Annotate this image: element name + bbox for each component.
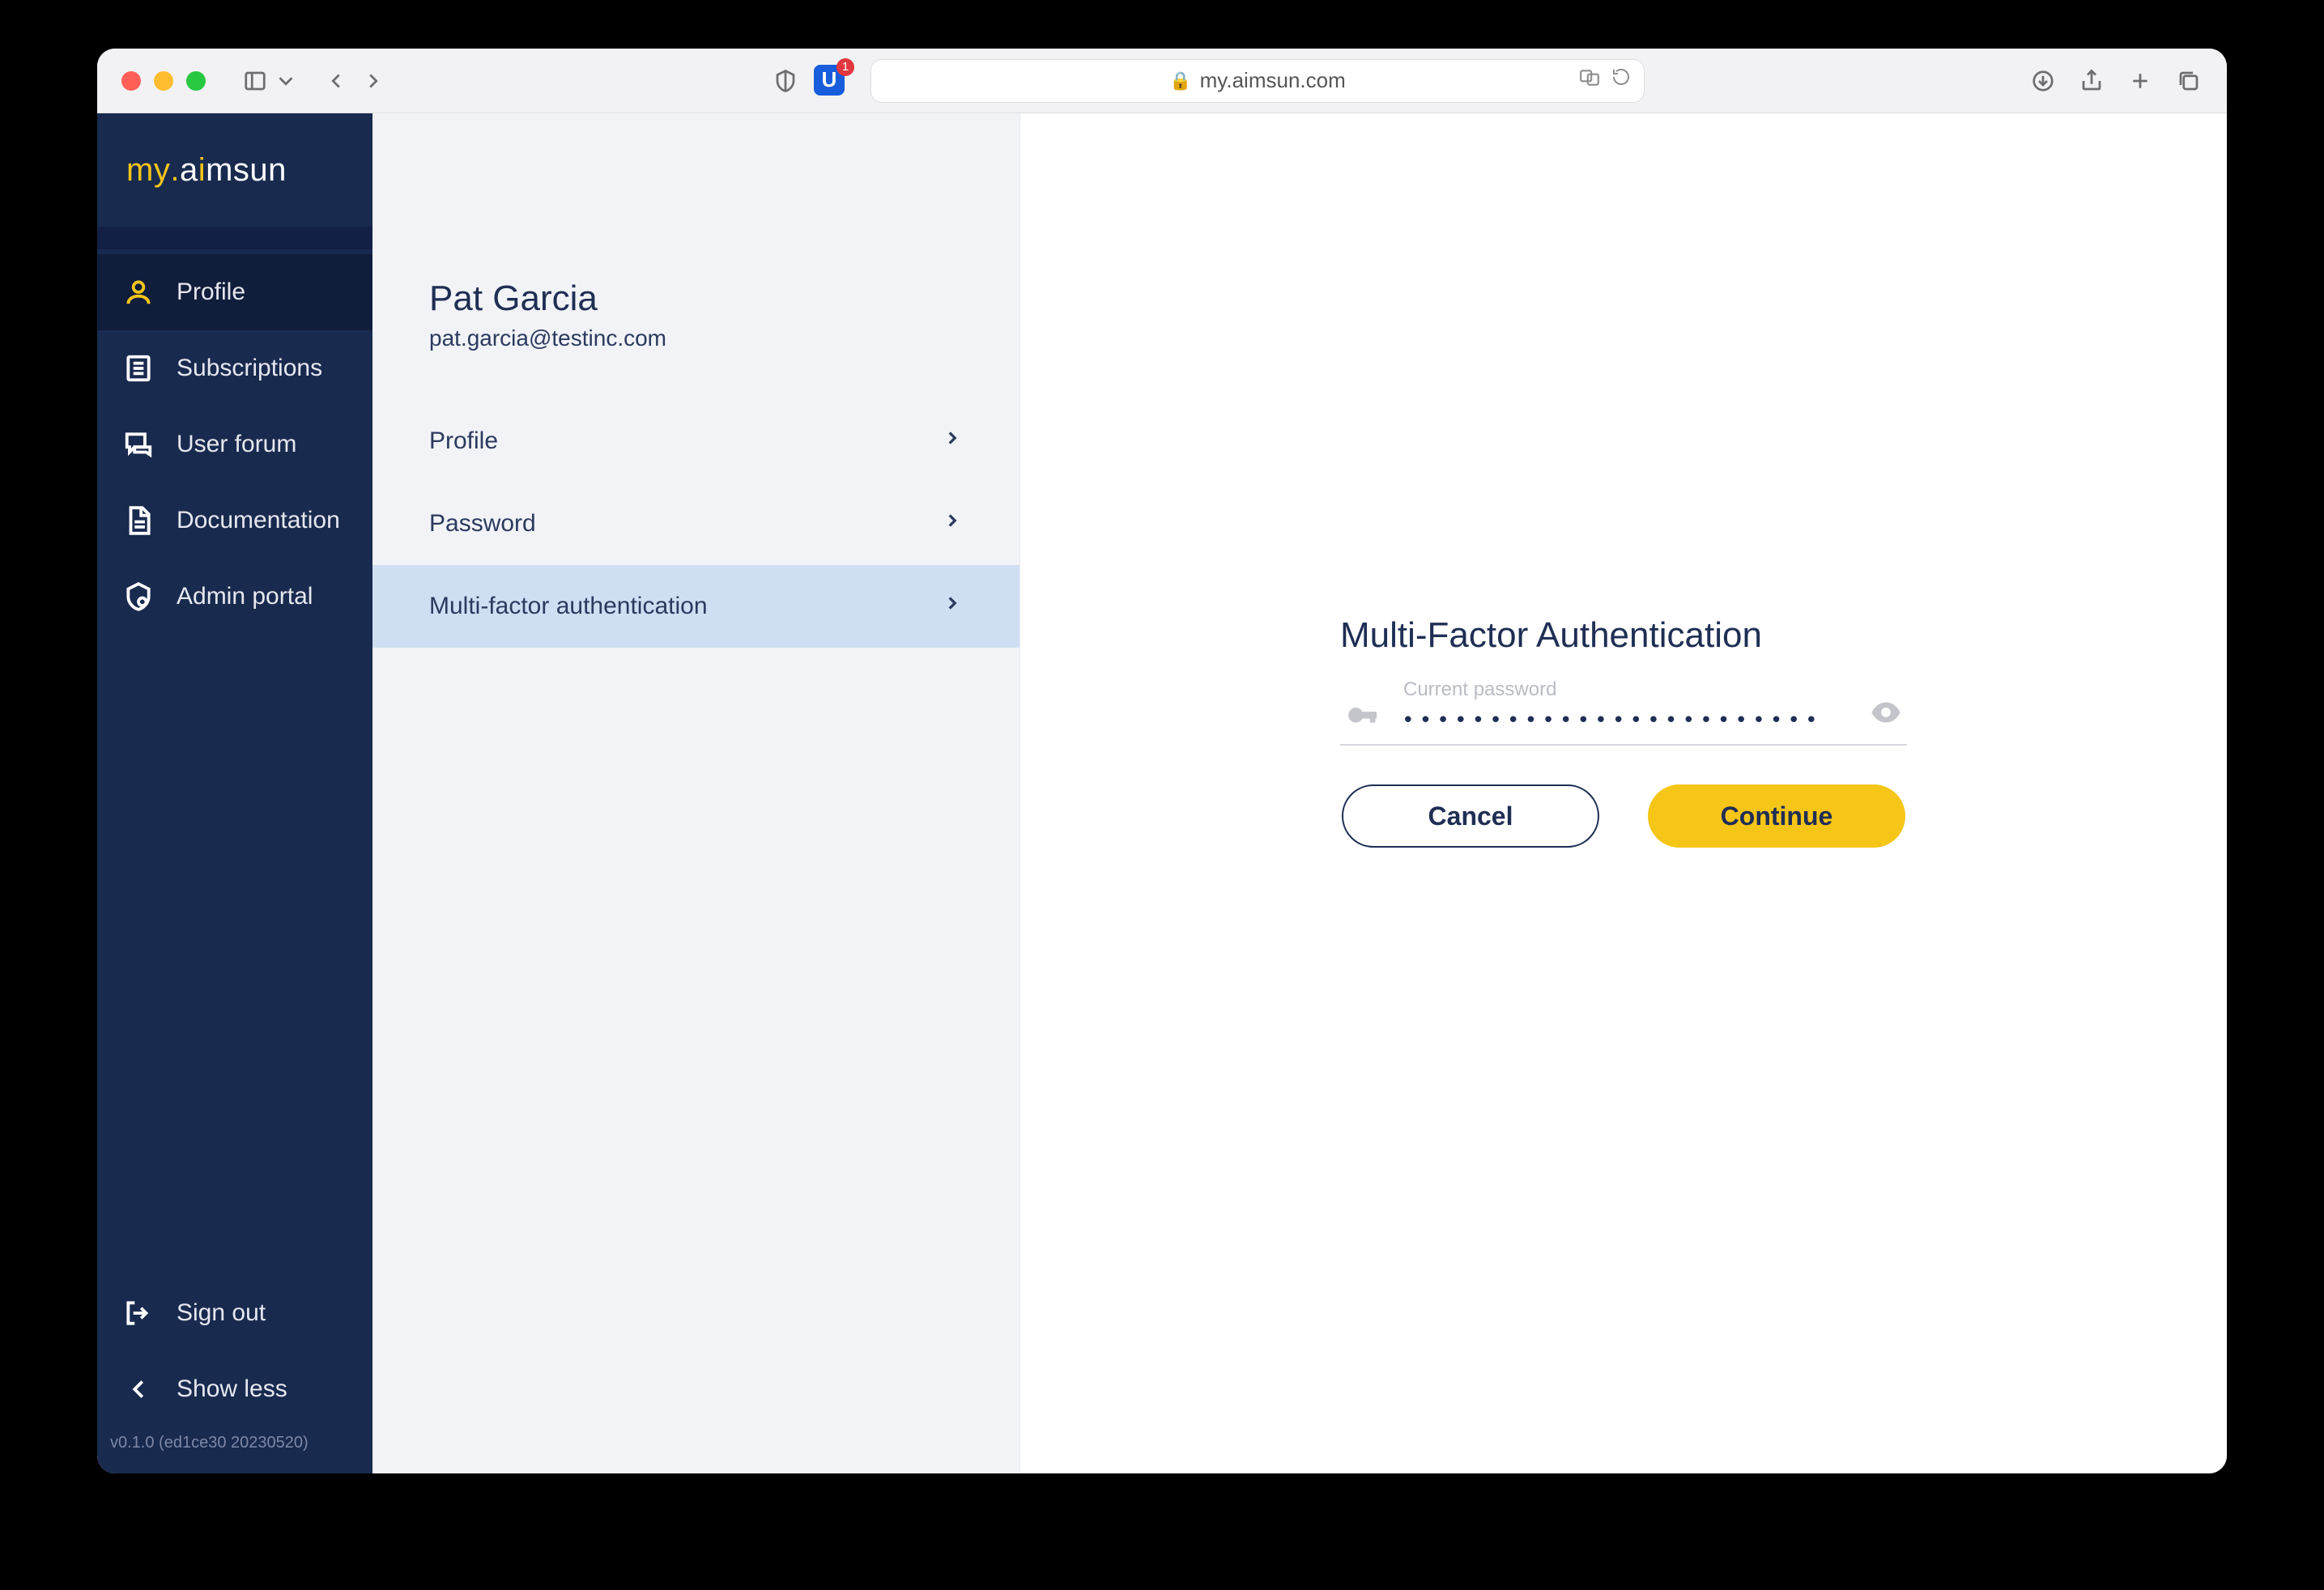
chevron-left-icon: [121, 1372, 155, 1406]
chevron-down-icon: [272, 67, 300, 95]
chevron-right-icon: [942, 427, 963, 455]
sidebar-item-label: User forum: [177, 431, 296, 458]
sign-out-icon: [121, 1296, 155, 1330]
mfa-panel: Multi-Factor Authentication Current pass…: [1340, 615, 1907, 848]
share-icon[interactable]: [2078, 67, 2105, 95]
address-bar[interactable]: 🔒 my.aimsun.com: [870, 59, 1645, 103]
current-password-input[interactable]: [1397, 708, 1850, 733]
sidebar-item-subscriptions[interactable]: Subscriptions: [97, 330, 372, 406]
sidebar: my.aimsun Profile Subscriptions: [97, 113, 372, 1473]
close-window-button[interactable]: [121, 71, 141, 91]
chevron-right-icon: [942, 593, 963, 620]
settings-column: Pat Garcia pat.garcia@testinc.com Profil…: [372, 113, 1020, 1473]
back-button[interactable]: [322, 67, 350, 95]
forum-icon: [121, 427, 155, 461]
settings-item-profile[interactable]: Profile: [372, 400, 1019, 483]
sidebar-icon: [241, 67, 269, 95]
minimize-window-button[interactable]: [154, 71, 173, 91]
button-row: Cancel Continue: [1340, 784, 1907, 848]
sidebar-nav: Profile Subscriptions User forum: [97, 249, 372, 635]
settings-item-label: Multi-factor authentication: [429, 593, 708, 620]
sidebar-show-less[interactable]: Show less: [97, 1351, 372, 1427]
app-body: my.aimsun Profile Subscriptions: [97, 113, 2227, 1473]
user-name: Pat Garcia: [429, 278, 963, 319]
chevron-right-icon: [942, 510, 963, 538]
sidebar-item-label: Profile: [177, 278, 245, 306]
sidebar-bottom: Sign out Show less v0.1.0 (ed1ce30 20230…: [97, 1275, 372, 1473]
sidebar-item-documentation[interactable]: Documentation: [97, 483, 372, 559]
tabs-overview-icon[interactable]: [2175, 67, 2203, 95]
document-icon: [121, 504, 155, 538]
url-text: my.aimsun.com: [1200, 68, 1346, 93]
user-email: pat.garcia@testinc.com: [429, 325, 963, 351]
settings-item-password[interactable]: Password: [372, 483, 1019, 565]
extension-badge-count: 1: [836, 58, 854, 76]
version-text: v0.1.0 (ed1ce30 20230520): [97, 1427, 372, 1465]
current-password-field: Current password: [1340, 696, 1907, 746]
settings-item-label: Profile: [429, 427, 498, 455]
sidebar-toggle[interactable]: [241, 67, 300, 95]
sidebar-item-label: Show less: [177, 1375, 287, 1403]
fullscreen-window-button[interactable]: [186, 71, 206, 91]
downloads-icon[interactable]: [2029, 67, 2057, 95]
settings-list: Profile Password Multi-factor authentica…: [372, 400, 1019, 648]
eye-icon[interactable]: [1870, 696, 1902, 733]
app-logo: my.aimsun: [97, 113, 372, 227]
browser-window: U 1 🔒 my.aimsun.com: [97, 49, 2227, 1473]
key-icon: [1345, 696, 1377, 733]
sidebar-separator: [97, 227, 372, 249]
extension-badge[interactable]: U 1: [814, 65, 846, 97]
new-tab-icon[interactable]: [2126, 67, 2154, 95]
continue-button[interactable]: Continue: [1648, 784, 1905, 848]
browser-chrome: U 1 🔒 my.aimsun.com: [97, 49, 2227, 113]
sidebar-item-label: Documentation: [177, 507, 340, 534]
settings-item-mfa[interactable]: Multi-factor authentication: [372, 565, 1019, 648]
sidebar-item-label: Sign out: [177, 1299, 266, 1327]
list-icon: [121, 351, 155, 385]
lock-icon: 🔒: [1169, 70, 1191, 91]
person-icon: [121, 275, 155, 309]
shield-admin-icon: [121, 580, 155, 614]
sidebar-item-label: Admin portal: [177, 583, 313, 610]
settings-item-label: Password: [429, 510, 536, 538]
window-controls: [121, 71, 206, 91]
sidebar-item-profile[interactable]: Profile: [97, 254, 372, 330]
cancel-button[interactable]: Cancel: [1342, 784, 1599, 848]
sidebar-sign-out[interactable]: Sign out: [97, 1275, 372, 1351]
main-content: Multi-Factor Authentication Current pass…: [1020, 113, 2227, 1473]
translate-icon[interactable]: [1579, 67, 1600, 94]
privacy-shield-icon[interactable]: [772, 67, 799, 95]
mfa-title: Multi-Factor Authentication: [1340, 615, 1907, 656]
reload-icon[interactable]: [1611, 67, 1631, 94]
sidebar-item-user-forum[interactable]: User forum: [97, 406, 372, 483]
user-block: Pat Garcia pat.garcia@testinc.com: [372, 165, 1019, 400]
field-label: Current password: [1403, 678, 1556, 701]
sidebar-item-label: Subscriptions: [177, 355, 322, 382]
forward-button[interactable]: [360, 67, 387, 95]
sidebar-item-admin-portal[interactable]: Admin portal: [97, 559, 372, 635]
